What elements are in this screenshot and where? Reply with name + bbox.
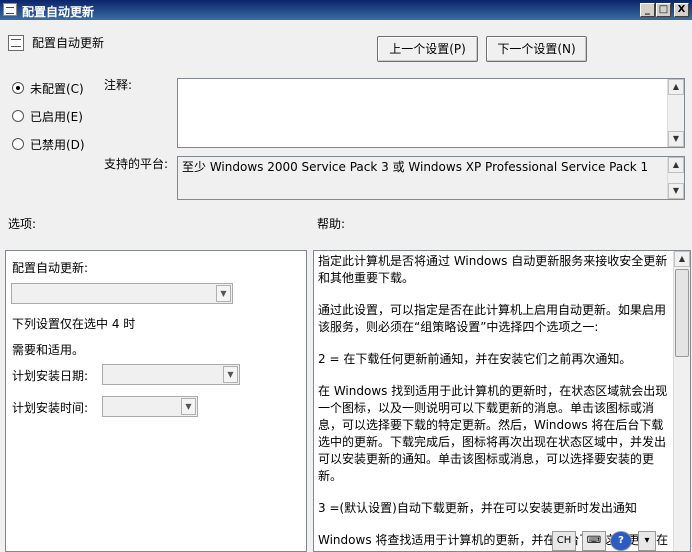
scroll-up-icon[interactable]: ▲ <box>674 251 690 267</box>
help-text: 指定此计算机是否将通过 Windows 自动更新服务来接收安全更新和其他重要下载… <box>318 253 670 551</box>
previous-setting-button[interactable]: 上一个设置(P) <box>377 36 478 62</box>
radio-not-configured[interactable]: 未配置(C) <box>12 79 84 97</box>
policy-settings-icon <box>8 35 24 51</box>
policy-name: 配置自动更新 <box>32 36 105 50</box>
platform-scrollbar[interactable]: ▲ ▼ <box>667 157 684 199</box>
help-paragraph: 3 =(默认设置)自动下载更新，并在可以安装更新时发出通知 <box>318 501 637 515</box>
radio-indicator[interactable] <box>12 110 24 122</box>
system-tray: CH ⌨ ? ▾ <box>552 530 692 552</box>
radio-indicator[interactable] <box>12 138 24 150</box>
help-paragraph: 在 Windows 找到适用于此计算机的更新时，在状态区域就会出现一个图标，以及… <box>318 384 668 483</box>
scroll-down-icon[interactable]: ▼ <box>668 131 684 147</box>
help-paragraph: 指定此计算机是否将通过 Windows 自动更新服务来接收安全更新和其他重要下载… <box>318 254 668 285</box>
schedule-day-label: 计划安装日期: <box>12 369 89 383</box>
radio-label: 已启用(E) <box>30 109 83 124</box>
minimize-button[interactable]: _ <box>640 3 655 17</box>
configure-updates-label: 配置自动更新: <box>12 261 89 275</box>
schedule-day-dropdown[interactable]: ▼ <box>102 364 240 385</box>
radio-indicator[interactable] <box>12 82 24 94</box>
options-section-label: 选项: <box>8 217 37 231</box>
close-button[interactable]: X <box>674 3 689 17</box>
platform-label: 支持的平台: <box>104 157 169 171</box>
keyboard-icon[interactable]: ⌨ <box>582 531 606 551</box>
scroll-down-icon[interactable]: ▼ <box>668 183 684 199</box>
scroll-up-icon[interactable]: ▲ <box>668 79 684 95</box>
help-paragraph: 2 = 在下载任何更新前通知，并在安装它们之前再次通知。 <box>318 352 632 366</box>
help-panel: 指定此计算机是否将通过 Windows 自动更新服务来接收安全更新和其他重要下载… <box>313 250 691 552</box>
platform-textbox: 至少 Windows 2000 Service Pack 3 或 Windows… <box>177 156 685 200</box>
help-icon[interactable]: ? <box>610 531 632 551</box>
comment-textarea[interactable]: ▲ ▼ <box>177 78 685 148</box>
help-paragraph: 通过此设置，可以指定是否在此计算机上启用自动更新。如果启用该服务，则必须在“组策… <box>318 303 667 334</box>
scroll-thumb[interactable] <box>675 269 689 357</box>
tray-chevron-icon[interactable]: ▾ <box>638 531 656 551</box>
chevron-down-icon[interactable]: ▼ <box>216 285 231 302</box>
ime-indicator[interactable]: CH <box>552 531 576 551</box>
schedule-time-dropdown[interactable]: ▼ <box>102 396 198 417</box>
schedule-note-line2: 需要和适用。 <box>12 343 85 357</box>
window-title: 配置自动更新 <box>22 5 95 19</box>
radio-disabled[interactable]: 已禁用(D) <box>12 135 85 153</box>
scroll-up-icon[interactable]: ▲ <box>668 157 684 173</box>
configure-updates-dropdown[interactable]: ▼ <box>11 283 233 304</box>
next-setting-button[interactable]: 下一个设置(N) <box>486 36 587 62</box>
chevron-down-icon[interactable]: ▼ <box>181 398 196 415</box>
title-bar: 配置自动更新 _ □ X <box>0 0 692 20</box>
radio-label: 未配置(C) <box>30 81 84 96</box>
maximize-button[interactable]: □ <box>656 3 671 17</box>
options-panel: 配置自动更新: ▼ 下列设置仅在选中 4 时 需要和适用。 计划安装日期: ▼ … <box>5 250 307 552</box>
platform-text: 至少 Windows 2000 Service Pack 3 或 Windows… <box>182 160 649 174</box>
policy-window-icon <box>3 3 17 16</box>
schedule-note-line1: 下列设置仅在选中 4 时 <box>12 317 136 331</box>
radio-label: 已禁用(D) <box>30 137 85 152</box>
comment-label: 注释: <box>104 78 133 92</box>
help-scrollbar[interactable]: ▲ <box>673 251 690 551</box>
schedule-time-label: 计划安装时间: <box>12 401 89 415</box>
radio-enabled[interactable]: 已启用(E) <box>12 107 83 125</box>
chevron-down-icon[interactable]: ▼ <box>223 366 238 383</box>
comment-scrollbar[interactable]: ▲ ▼ <box>667 79 684 147</box>
help-section-label: 帮助: <box>317 217 346 231</box>
